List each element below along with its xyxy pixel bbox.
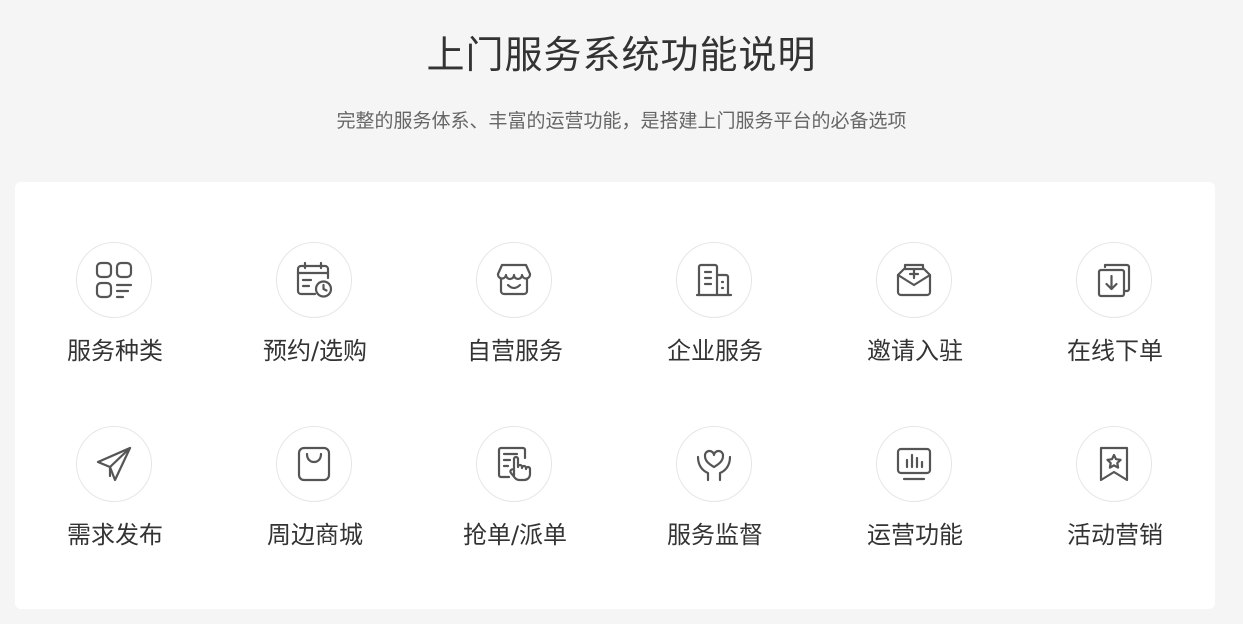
download-order-icon xyxy=(1097,263,1131,298)
feature-label: 服务监督 xyxy=(667,521,763,549)
category-icon xyxy=(95,261,133,299)
feature-label: 需求发布 xyxy=(67,521,163,549)
feature-service-supervision[interactable]: 服务监督 xyxy=(615,426,815,566)
feature-icon-circle xyxy=(1076,242,1152,318)
heart-hands-icon xyxy=(696,449,732,482)
feature-label: 预约/选购 xyxy=(262,337,368,365)
feature-label: 周边商城 xyxy=(267,521,363,549)
feature-icon-circle xyxy=(476,426,552,502)
feature-operations[interactable]: 运营功能 xyxy=(815,426,1015,566)
feature-enterprise[interactable]: 企业服务 xyxy=(615,242,815,382)
feature-icon-circle xyxy=(1076,426,1152,502)
feature-icon-circle xyxy=(676,242,752,318)
feature-label: 抢单/派单 xyxy=(462,521,568,549)
feature-icon-circle xyxy=(76,242,152,318)
feature-label: 在线下单 xyxy=(1067,337,1163,365)
monitor-chart-icon xyxy=(896,447,932,481)
feature-grab-dispatch[interactable]: 抢单/派单 xyxy=(415,426,615,566)
feature-label: 服务种类 xyxy=(67,337,163,365)
features-grid: 服务种类 预约/选购 自营服务 企业服务 邀请入驻 在线下单 需求发布 周边商城… xyxy=(15,182,1215,609)
paper-plane-icon xyxy=(96,446,132,482)
feature-icon-circle xyxy=(276,242,352,318)
calendar-clock-icon xyxy=(296,261,333,298)
shopping-bag-icon xyxy=(297,446,331,482)
feature-label: 企业服务 xyxy=(667,337,763,365)
feature-marketing[interactable]: 活动营销 xyxy=(1015,426,1215,566)
envelope-plus-icon xyxy=(896,263,932,297)
feature-demand-publish[interactable]: 需求发布 xyxy=(15,426,215,566)
feature-label: 邀请入驻 xyxy=(867,337,963,365)
feature-icon-circle xyxy=(276,426,352,502)
feature-booking[interactable]: 预约/选购 xyxy=(215,242,415,382)
feature-icon-circle xyxy=(676,426,752,502)
feature-nearby-mall[interactable]: 周边商城 xyxy=(215,426,415,566)
feature-online-order[interactable]: 在线下单 xyxy=(1015,242,1215,382)
tap-order-icon xyxy=(497,446,532,482)
page-subtitle: 完整的服务体系、丰富的运营功能，是搭建上门服务平台的必备选项 xyxy=(336,110,907,132)
building-icon xyxy=(695,263,733,297)
feature-icon-circle xyxy=(76,426,152,502)
feature-label: 运营功能 xyxy=(867,521,963,549)
feature-self-operated[interactable]: 自营服务 xyxy=(415,242,615,382)
feature-label: 自营服务 xyxy=(467,337,563,365)
page-title: 上门服务系统功能说明 xyxy=(426,33,817,77)
feature-icon-circle xyxy=(476,242,552,318)
feature-icon-circle xyxy=(876,242,952,318)
storefront-icon xyxy=(496,263,532,296)
features-card: 服务种类 预约/选购 自营服务 企业服务 邀请入驻 在线下单 需求发布 周边商城… xyxy=(15,182,1215,609)
feature-label: 活动营销 xyxy=(1067,521,1163,549)
feature-icon-circle xyxy=(876,426,952,502)
page: 上门服务系统功能说明 完整的服务体系、丰富的运营功能，是搭建上门服务平台的必备选… xyxy=(0,0,1243,624)
feature-service-category[interactable]: 服务种类 xyxy=(15,242,215,382)
feature-invite[interactable]: 邀请入驻 xyxy=(815,242,1015,382)
star-bookmark-icon xyxy=(1099,446,1129,482)
